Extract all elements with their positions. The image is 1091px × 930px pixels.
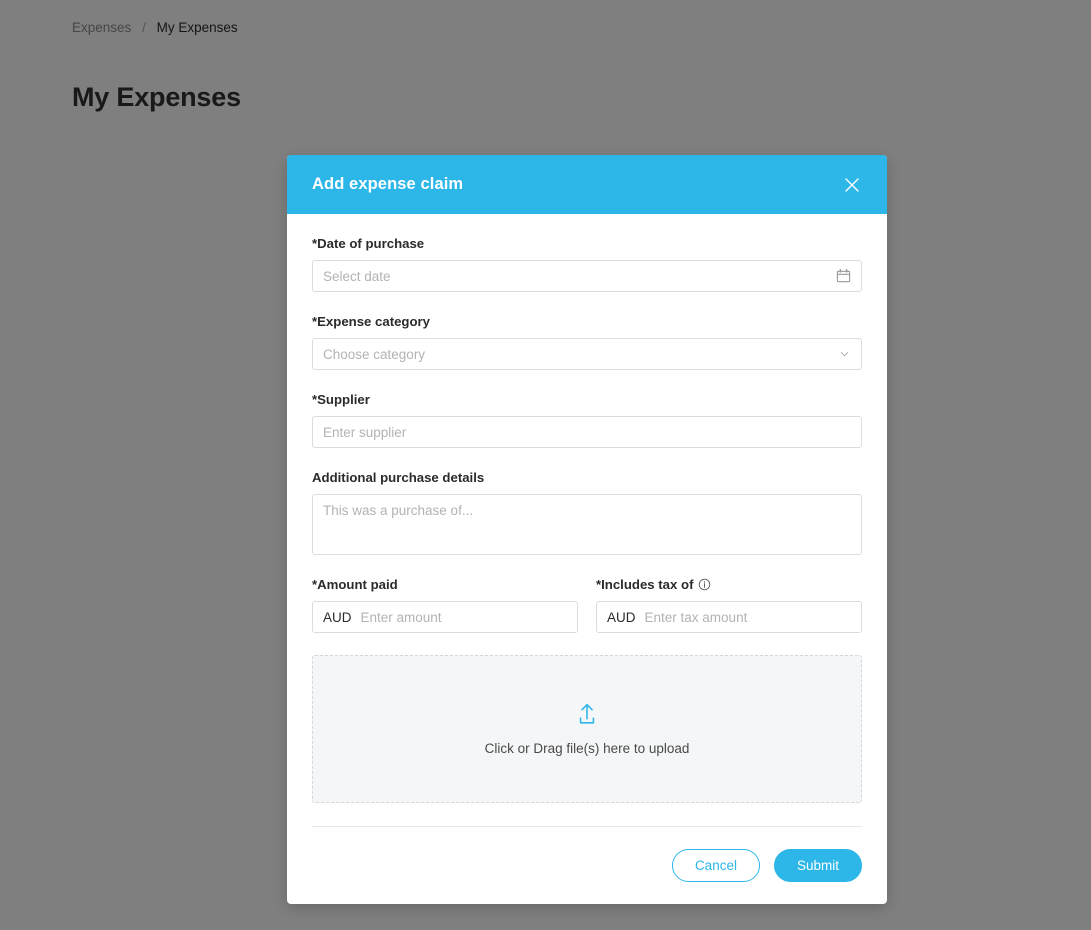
amount-paid-label-text: *Amount paid — [312, 577, 398, 592]
additional-details-label: Additional purchase details — [312, 470, 862, 485]
additional-details-label-text: Additional purchase details — [312, 470, 485, 485]
expense-category-label: *Expense category — [312, 314, 862, 329]
supplier-input[interactable]: Enter supplier — [312, 416, 862, 448]
includes-tax-label-text: *Includes tax of — [596, 577, 694, 592]
date-of-purchase-label-text: *Date of purchase — [312, 236, 425, 251]
includes-tax-label: *Includes tax of — [596, 577, 862, 592]
expense-category-label-text: *Expense category — [312, 314, 431, 329]
additional-details-textarea[interactable]: This was a purchase of... — [312, 494, 862, 555]
submit-button[interactable]: Submit — [773, 849, 862, 882]
date-of-purchase-label: *Date of purchase — [312, 236, 862, 251]
footer-actions: Cancel Submit — [312, 849, 862, 882]
date-of-purchase-input[interactable]: Select date — [312, 260, 862, 292]
field-additional-details: Additional purchase details This was a p… — [312, 470, 862, 555]
footer-divider — [312, 826, 862, 827]
chevron-down-icon[interactable] — [838, 348, 851, 361]
includes-tax-input[interactable]: AUD Enter tax amount — [596, 601, 862, 633]
dialog-title: Add expense claim — [312, 175, 464, 193]
cancel-button[interactable]: Cancel — [671, 849, 760, 882]
field-date-of-purchase: *Date of purchase Select date — [312, 236, 862, 292]
dialog-header: Add expense claim — [287, 155, 887, 214]
includes-tax-currency: AUD — [607, 609, 636, 625]
additional-details-placeholder: This was a purchase of... — [323, 503, 474, 518]
includes-tax-placeholder: Enter tax amount — [644, 609, 748, 625]
supplier-label: *Supplier — [312, 392, 862, 407]
upload-icon — [576, 703, 598, 732]
close-icon[interactable] — [839, 172, 865, 198]
info-icon[interactable] — [698, 578, 711, 591]
amount-paid-placeholder: Enter amount — [360, 609, 442, 625]
add-expense-claim-dialog: Add expense claim *Date of purchase Sele… — [287, 155, 887, 904]
field-includes-tax: *Includes tax of AUD Enter tax amount — [596, 577, 862, 633]
amount-paid-currency: AUD — [323, 609, 352, 625]
calendar-icon[interactable] — [836, 268, 851, 284]
expense-category-select[interactable]: Choose category — [312, 338, 862, 370]
amount-paid-input[interactable]: AUD Enter amount — [312, 601, 578, 633]
dialog-footer: Cancel Submit — [287, 826, 887, 904]
amount-row: *Amount paid AUD Enter amount *Includes … — [312, 577, 862, 633]
expense-category-placeholder: Choose category — [323, 346, 426, 362]
file-upload-dropzone[interactable]: Click or Drag file(s) here to upload — [312, 655, 862, 803]
field-amount-paid: *Amount paid AUD Enter amount — [312, 577, 578, 633]
date-of-purchase-placeholder: Select date — [323, 268, 391, 284]
supplier-placeholder: Enter supplier — [323, 424, 407, 440]
field-expense-category: *Expense category Choose category — [312, 314, 862, 370]
dialog-body: *Date of purchase Select date *Expense c… — [287, 214, 887, 803]
supplier-label-text: *Supplier — [312, 392, 370, 407]
field-supplier: *Supplier Enter supplier — [312, 392, 862, 448]
amount-paid-label: *Amount paid — [312, 577, 578, 592]
upload-instruction-text: Click or Drag file(s) here to upload — [484, 740, 690, 756]
